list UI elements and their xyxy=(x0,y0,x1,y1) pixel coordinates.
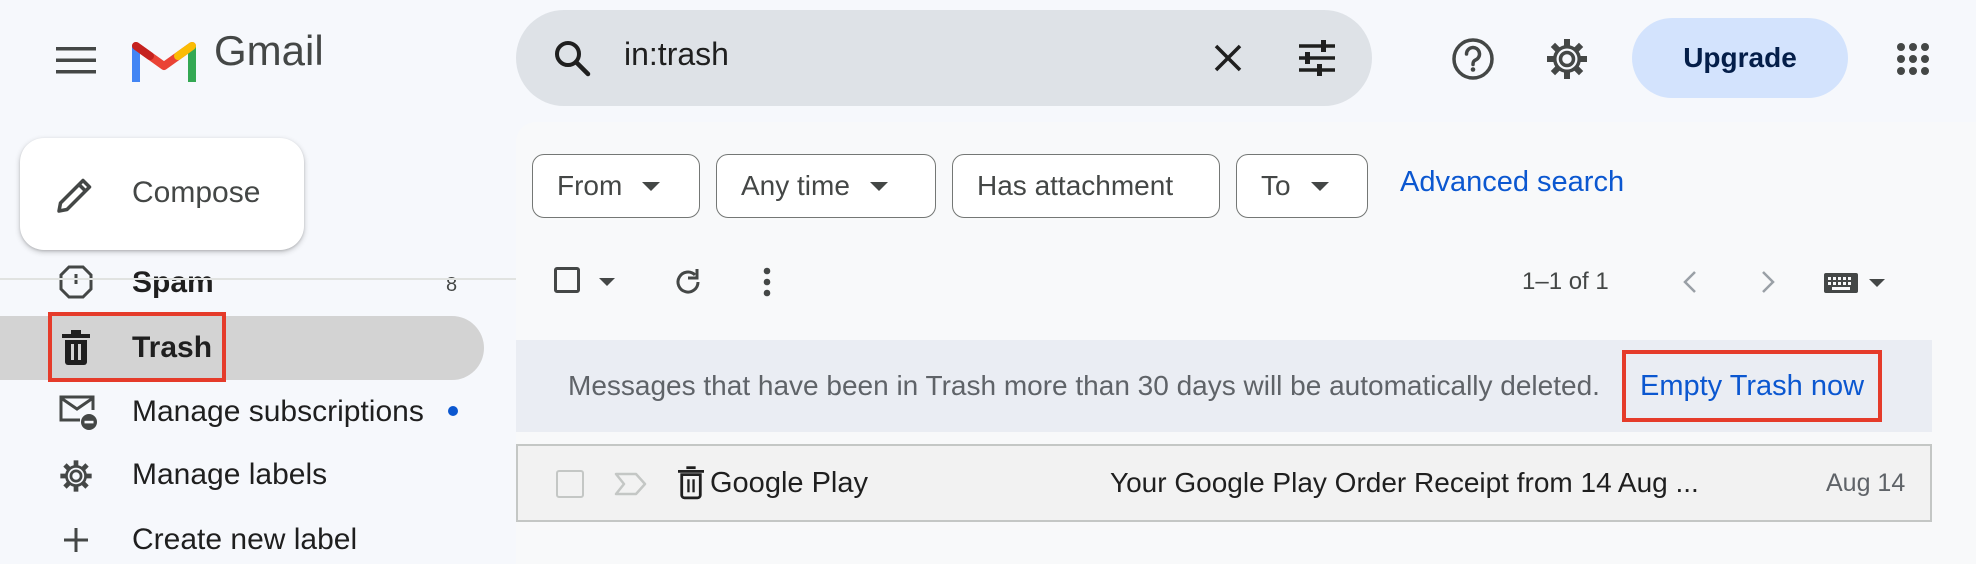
chip-label: From xyxy=(557,170,623,201)
gmail-logo[interactable] xyxy=(132,34,196,84)
filter-chip-to[interactable]: To xyxy=(1236,154,1368,218)
unsubscribe-mail-icon xyxy=(59,395,97,430)
input-tools-button[interactable] xyxy=(1818,266,1890,300)
apps-button[interactable] xyxy=(1890,36,1936,82)
caret-down-icon xyxy=(1869,279,1885,287)
search-input[interactable]: in:trash xyxy=(624,38,729,70)
newer-page-button[interactable] xyxy=(1674,264,1706,300)
caret-down-icon xyxy=(599,278,615,286)
email-date: Aug 14 xyxy=(1826,469,1906,497)
search-button[interactable] xyxy=(546,32,598,84)
row-checkbox[interactable] xyxy=(556,470,584,498)
pencil-icon xyxy=(57,178,92,213)
older-page-button[interactable] xyxy=(1752,264,1784,300)
chevron-right-icon xyxy=(1762,271,1775,293)
gear-icon xyxy=(60,460,92,492)
filter-chip-has-attachment[interactable]: Has attachment xyxy=(952,154,1220,218)
trash-highlight-box xyxy=(48,312,226,382)
report-spam-icon xyxy=(59,265,93,299)
chip-label: Has attachment xyxy=(977,170,1174,201)
unread-dot xyxy=(448,406,458,416)
chip-label: Any time xyxy=(741,170,850,201)
advanced-search-link[interactable]: Advanced search xyxy=(1400,168,1624,197)
trash-icon xyxy=(678,466,704,500)
app-title: Gmail xyxy=(214,27,324,74)
more-vert-icon xyxy=(763,267,771,297)
clear-search-button[interactable] xyxy=(1206,36,1250,80)
caret-down-icon xyxy=(642,181,661,191)
upgrade-button[interactable]: Upgrade xyxy=(1632,18,1848,98)
gear-icon xyxy=(1547,39,1587,79)
filter-chip-any-time[interactable]: Any time xyxy=(716,154,936,218)
email-sender: Google Play xyxy=(710,467,868,499)
sidebar-item-label: Spam xyxy=(132,266,214,299)
sidebar-item-label: Manage labels xyxy=(132,458,328,491)
compose-label: Compose xyxy=(132,176,261,209)
filter-chip-from[interactable]: From xyxy=(532,154,700,218)
select-all-checkbox[interactable] xyxy=(554,267,580,293)
sidebar-item-label: Create new label xyxy=(132,523,358,556)
gmail-m-icon xyxy=(132,42,196,82)
importance-marker-icon[interactable] xyxy=(614,472,648,496)
chip-label: To xyxy=(1261,170,1291,201)
chevron-left-icon xyxy=(1683,271,1696,293)
help-icon xyxy=(1452,38,1494,80)
pagination-count: 1–1 of 1 xyxy=(1522,268,1609,295)
keyboard-icon xyxy=(1824,273,1858,293)
help-button[interactable] xyxy=(1448,34,1498,84)
more-options-button[interactable] xyxy=(750,262,784,302)
hamburger-icon xyxy=(56,47,96,74)
caret-down-icon xyxy=(1310,181,1329,191)
sidebar-divider xyxy=(0,278,516,280)
apps-grid-icon xyxy=(1897,43,1929,75)
refresh-icon xyxy=(676,269,700,294)
close-icon xyxy=(1214,44,1242,72)
search-options-button[interactable] xyxy=(1292,34,1342,82)
empty-trash-button[interactable]: Empty Trash now xyxy=(1622,350,1882,422)
trash-notice-text: Messages that have been in Trash more th… xyxy=(568,370,1600,401)
sidebar-item-label: Manage subscriptions xyxy=(132,395,424,428)
refresh-button[interactable] xyxy=(668,262,708,302)
caret-down-icon xyxy=(869,181,888,191)
email-subject: Your Google Play Order Receipt from 14 A… xyxy=(1110,467,1699,498)
plus-icon xyxy=(64,528,88,552)
main-menu-button[interactable] xyxy=(50,38,102,82)
search-icon xyxy=(555,41,591,77)
select-dropdown-button[interactable] xyxy=(594,272,620,292)
settings-button[interactable] xyxy=(1542,34,1592,84)
tune-icon xyxy=(1299,40,1335,76)
sidebar-item-spam[interactable]: Spam 8 xyxy=(0,264,484,300)
